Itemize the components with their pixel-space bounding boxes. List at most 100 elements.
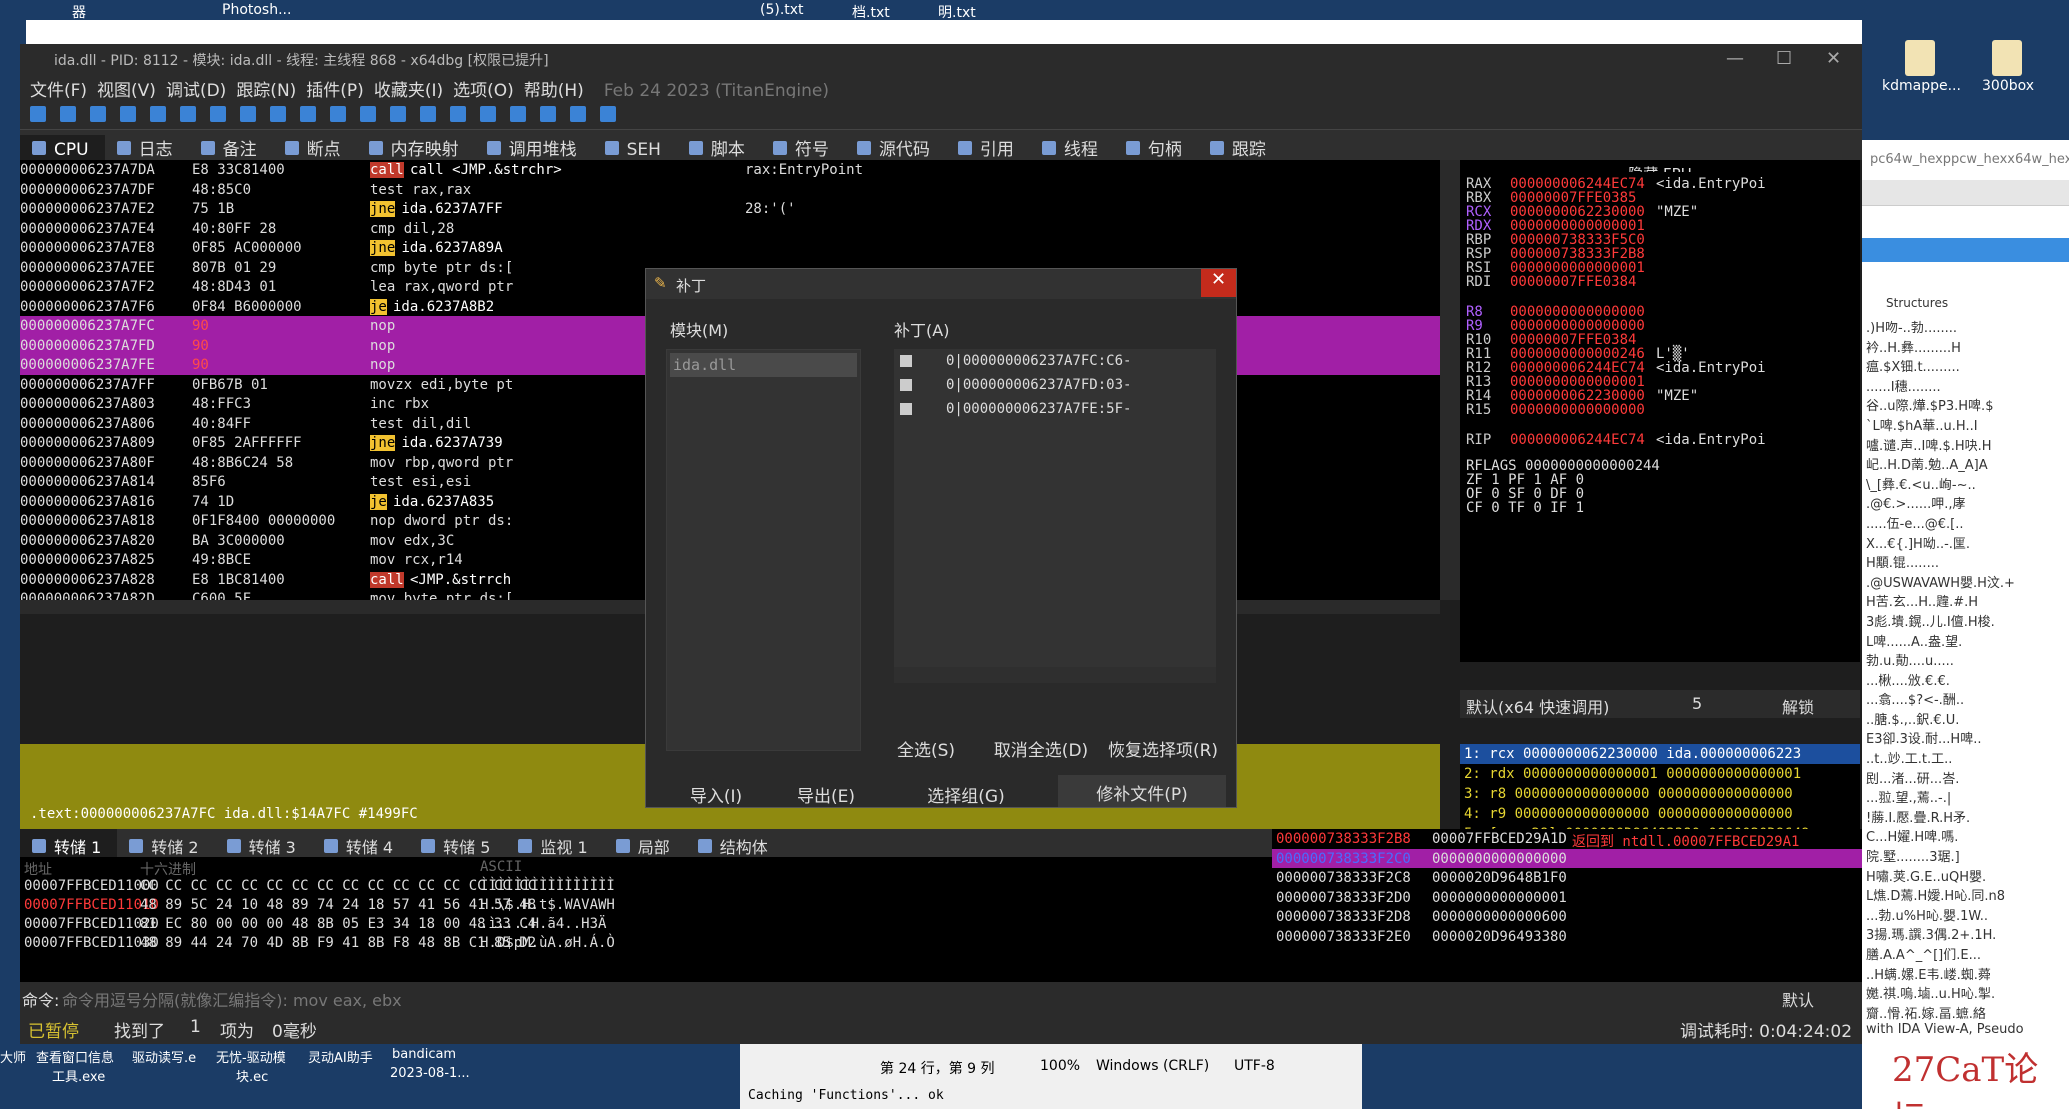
select-group-button[interactable]: 选择组(G) — [896, 777, 1036, 809]
step-over-icon[interactable] — [180, 106, 196, 122]
tab-3[interactable]: 断点 — [273, 130, 357, 160]
calc-icon[interactable] — [540, 106, 556, 122]
folder-icon[interactable] — [1905, 40, 1935, 76]
desktop-item[interactable]: 驱动读写.e — [132, 1047, 196, 1066]
label-icon[interactable] — [390, 106, 406, 122]
patch-item[interactable]: 0|000000006237A7FC:C6- — [894, 349, 1216, 373]
dump-tab-3[interactable]: 转储 4 — [312, 829, 409, 859]
dump-tab-5[interactable]: 监视 1 — [506, 829, 603, 859]
close-icon[interactable] — [60, 106, 76, 122]
desktop-item[interactable]: 档.txt — [852, 2, 890, 22]
minimize-icon[interactable]: — — [1726, 48, 1744, 69]
desktop-item[interactable]: 灵动AI助手 — [308, 1047, 373, 1066]
stack-row[interactable]: 000000738333F2C0 0000000000000000 — [1272, 848, 1862, 868]
disasm-row[interactable]: 000000006237A7E8 0F85 AC000000 jne ida.6237… — [20, 238, 1440, 258]
stack-row[interactable]: 000000738333F2C8 0000020D9648B1F0 — [1272, 868, 1862, 888]
module-item[interactable]: ida.dll — [670, 353, 857, 377]
argument-row[interactable]: 3: r8 0000000000000000 0000000000000000 — [1460, 784, 1860, 804]
import-button[interactable]: 导入(I) — [666, 777, 766, 809]
dump-row[interactable]: 00007FFBCED11010 48 89 5C 24 10 48 89 74 … — [20, 896, 1272, 915]
argument-row[interactable]: 1: rcx 0000000062230000 ida.000000006223 — [1460, 744, 1860, 764]
patch-file-button[interactable]: 修补文件(P) — [1058, 775, 1226, 807]
hex-dump[interactable]: 地址 十六进制 ASCII 00007FFBCED11000 CC CC CC CC C… — [20, 857, 1272, 982]
patches-list[interactable]: 0|000000006237A7FC:C6- 0|000000006237A7FD… — [894, 349, 1216, 667]
argument-row[interactable]: 4: r9 0000000000000000 0000000000000000 — [1460, 804, 1860, 824]
register-pane[interactable]: RAX 000000006244EC74 <ida.EntryPoi RBX 00000… — [1460, 172, 1860, 662]
tab-8[interactable]: 符号 — [761, 130, 845, 160]
folder-icon[interactable] — [1992, 40, 2022, 76]
argument-row[interactable]: 2: rdx 0000000000000001 0000000000000001 — [1460, 764, 1860, 784]
flags-row[interactable]: CF 0 TF 0 IF 1 — [1466, 500, 1584, 516]
patch-icon[interactable] — [330, 106, 346, 122]
tab-5[interactable]: 调用堆栈 — [475, 130, 593, 160]
tab-11[interactable]: 线程 — [1030, 130, 1114, 160]
options-icon[interactable] — [570, 106, 586, 122]
patch-item[interactable]: 0|000000006237A7FE:5F- — [894, 397, 1216, 421]
dump-tab-4[interactable]: 转储 5 — [409, 829, 506, 859]
unlock-checkbox[interactable]: 解锁 — [1782, 694, 1814, 718]
tab-9[interactable]: 源代码 — [845, 130, 946, 160]
modules-list[interactable]: ida.dll — [666, 349, 861, 751]
hash-icon[interactable] — [480, 106, 496, 122]
tab-2[interactable]: 备注 — [189, 130, 273, 160]
desktop-item[interactable]: 无忧-驱动模 — [216, 1047, 286, 1066]
desktop-item[interactable]: bandicam — [392, 1047, 456, 1062]
font-icon[interactable] — [510, 106, 526, 122]
register-value[interactable]: 0000000000000000 — [1510, 402, 1645, 418]
desktop-item[interactable]: (5).txt — [760, 2, 804, 18]
tab-7[interactable]: 脚本 — [677, 130, 761, 160]
patch-checkbox[interactable] — [900, 355, 912, 367]
select-all-button[interactable]: 全选(S) — [886, 731, 966, 763]
dialog-close-button[interactable]: ✕ — [1201, 269, 1236, 297]
desktop-item[interactable]: 器 — [72, 2, 86, 22]
patch-checkbox[interactable] — [900, 403, 912, 415]
tab-4[interactable]: 内存映射 — [357, 130, 475, 160]
close-icon[interactable]: ✕ — [1826, 48, 1841, 69]
disasm-row[interactable]: 000000006237A7E4 40:80FF 28 cmp dil,28 — [20, 219, 1440, 239]
register-value[interactable]: 00000007FFE0384 — [1510, 274, 1636, 290]
stack-row[interactable]: 000000738333F2D8 0000000000000600 — [1272, 907, 1862, 927]
maximize-icon[interactable]: ☐ — [1776, 48, 1792, 69]
desktop-item[interactable]: Photosh... — [222, 2, 291, 18]
dump-tab-1[interactable]: 转储 2 — [117, 829, 214, 859]
dump-row[interactable]: 00007FFBCED11030 48 89 44 24 70 4D 8B F9 … — [20, 934, 1272, 953]
disasm-row[interactable]: 000000006237A7DA E8 33C81400 call call <JMP… — [20, 160, 1440, 180]
desktop-item[interactable]: 查看窗口信息 — [36, 1047, 114, 1066]
function-icon[interactable] — [450, 106, 466, 122]
ida-structures-tab[interactable]: Structures — [1886, 296, 1948, 310]
stack-row[interactable]: 000000738333F2B8 00007FFBCED29A1D 返回到 ntdl… — [1272, 829, 1862, 850]
stack-view[interactable]: 000000738333F2B8 00007FFBCED29A1D 返回到 ntdl… — [1272, 829, 1862, 982]
desktop-item[interactable]: 明.txt — [938, 2, 976, 22]
step-into-icon[interactable] — [150, 106, 166, 122]
patches-hscroll[interactable] — [894, 667, 1216, 683]
tab-12[interactable]: 句柄 — [1114, 130, 1198, 160]
dump-row[interactable]: 00007FFBCED11000 CC CC CC CC CC CC CC CC … — [20, 877, 1272, 896]
patch-item[interactable]: 0|000000006237A7FD:03- — [894, 373, 1216, 397]
restart-icon[interactable] — [30, 106, 46, 122]
export-button[interactable]: 导出(E) — [776, 777, 876, 809]
command-input[interactable]: 命令用逗号分隔(就像汇编指令): mov eax, ebx — [62, 987, 402, 1011]
disasm-row[interactable]: 000000006237A7DF 48:85C0 test rax,rax — [20, 180, 1440, 200]
patch-checkbox[interactable] — [900, 379, 912, 391]
dump-tab-0[interactable]: 转储 1 — [20, 829, 118, 859]
dump-row[interactable]: 00007FFBCED11020 81 EC 80 00 00 00 48 8B … — [20, 915, 1272, 934]
restore-selection-button[interactable]: 恢复选择项(R) — [1088, 731, 1238, 763]
bookmark-icon[interactable] — [420, 106, 436, 122]
callconv-select[interactable]: 默认(x64 快速调用) — [1466, 694, 1609, 718]
command-mode[interactable]: 默认 — [1782, 987, 1814, 1011]
disasm-scrollbar[interactable] — [1440, 160, 1460, 600]
tab-13[interactable]: 跟踪 — [1198, 130, 1282, 160]
stack-row[interactable]: 000000738333F2D0 0000000000000001 — [1272, 888, 1862, 908]
dump-tab-2[interactable]: 转储 3 — [215, 829, 312, 859]
comment-icon[interactable] — [360, 106, 376, 122]
run-to-icon[interactable] — [210, 106, 226, 122]
disasm-row[interactable]: 000000006237A7E2 75 1B jne ida.6237A7FF 28:'… — [20, 199, 1440, 219]
register-value[interactable]: 000000006244EC74 — [1510, 432, 1645, 448]
run-icon[interactable] — [120, 106, 136, 122]
step-out-icon[interactable] — [240, 106, 256, 122]
dump-tab-6[interactable]: 局部 — [604, 829, 686, 859]
about-icon[interactable] — [600, 106, 616, 122]
trace-over-icon[interactable] — [300, 106, 316, 122]
pause-icon[interactable] — [90, 106, 106, 122]
dump-tab-7[interactable]: 结构体 — [686, 829, 784, 859]
